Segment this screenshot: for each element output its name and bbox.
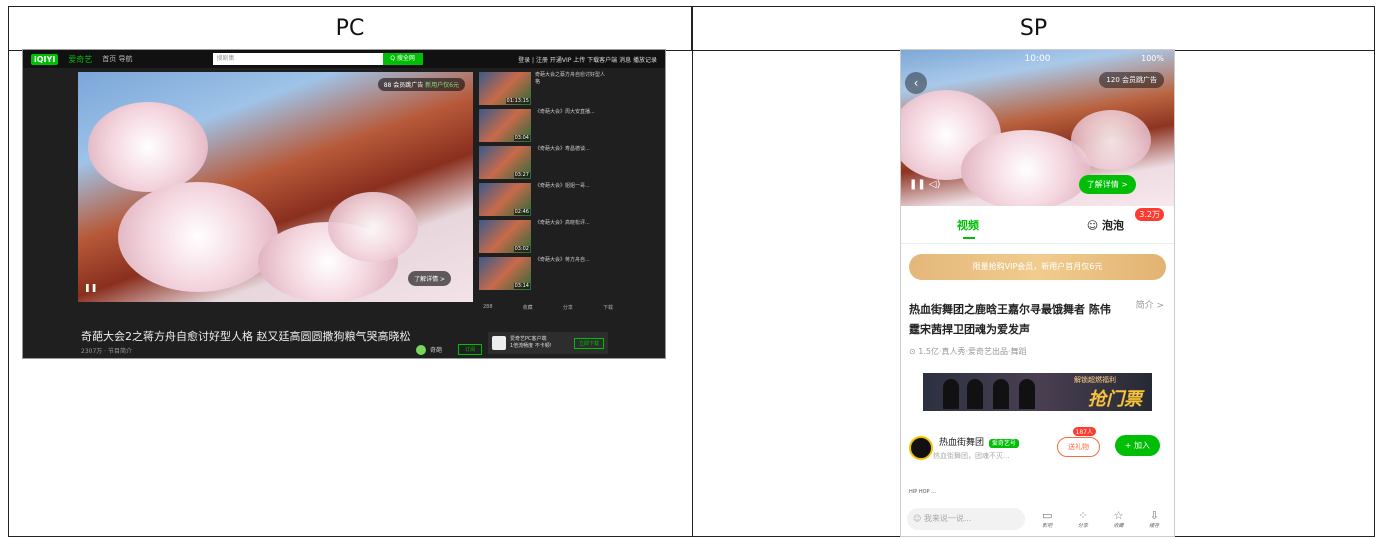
sp-screenshot: 10:00 100% ‹ 120 会员跳广告 ❚❚ ◁) 了解详情 > 视频 ☺…: [900, 49, 1175, 537]
sp-detail-button[interactable]: 了解详情 >: [1078, 175, 1136, 194]
star-icon: ☆: [1113, 509, 1124, 522]
pc-video-player[interactable]: 88 会员跳广告 新用户仅6元 ❚❚ 了解详情 >: [78, 72, 473, 302]
small-caption: HIP HOP ...: [909, 489, 936, 495]
pause-icon[interactable]: ❚❚: [84, 283, 97, 292]
pause-icon[interactable]: ❚❚ ◁): [909, 179, 941, 190]
client-download-button[interactable]: 立即下载: [573, 337, 604, 349]
join-button[interactable]: + 加入: [1114, 435, 1160, 456]
subscribe-button[interactable]: 订阅: [458, 344, 483, 355]
pc-ad-badge[interactable]: 88 会员跳广告 新用户仅6元: [377, 78, 465, 91]
download-button[interactable]: 下载: [603, 304, 613, 311]
intro-link[interactable]: 简介 >: [1136, 298, 1164, 311]
list-item[interactable]: 03:14 《奇葩大会》蒋方舟自...: [479, 257, 609, 293]
tab-bubble[interactable]: ☺ 泡泡: [1087, 217, 1124, 233]
bottom-bar: ☺ 我来说一说... ▭ 影吧 ⁘ 分享 ☆ 收藏 ⇩ 缓存: [901, 502, 1174, 536]
client-icon: [492, 336, 506, 350]
back-icon[interactable]: ‹: [905, 72, 927, 94]
sp-video-meta: ⊙ 1.5亿·真人秀·爱奇艺出品·舞蹈: [909, 347, 1027, 356]
channel-avatar[interactable]: [909, 436, 933, 460]
pc-playlist: 01:13:15 奇葩大会之蔡方舟自愈讨好型人格 03:04 《奇葩大会》周大安直播…: [479, 72, 609, 294]
screen-icon: ▭: [1042, 509, 1053, 522]
pc-topbar: iQIYI 爱奇艺 首页 导航 搜剧集 Q 搜全网 登录 | 注册 开通VIP …: [23, 50, 665, 68]
sp-header: SP: [693, 7, 1374, 51]
comment-input[interactable]: ☺ 我来说一说...: [907, 508, 1026, 530]
cinema-button[interactable]: ▭ 影吧: [1033, 509, 1061, 529]
list-item[interactable]: 03:02 《奇葩大会》高晓松评...: [479, 220, 609, 256]
pc-nav[interactable]: 首页 导航: [102, 54, 132, 64]
pc-video-title: 奇葩大会2之蒋方舟自愈讨好型人格 赵又廷高圆圆撒狗粮气哭高晓松: [81, 330, 411, 343]
pc-follow: 奇葩 订阅: [416, 344, 483, 355]
channel-tag: 爱奇艺号: [988, 439, 1019, 448]
pc-actions: 288 收藏 分享 下载: [483, 304, 613, 311]
sp-tabs: 视频 ☺ 泡泡 3.2万: [901, 206, 1174, 244]
channel-row: 热血街舞团 爱奇艺号 热血街舞团，团魂不灭... 187人 送礼物 + 加入: [909, 427, 1166, 463]
battery-status: 100%: [1141, 54, 1164, 63]
pc-screenshot: iQIYI 爱奇艺 首页 导航 搜剧集 Q 搜全网 登录 | 注册 开通VIP …: [22, 49, 666, 359]
sp-video-title: 热血街舞团之鹿晗王嘉尔寻最饿舞者 陈伟霆宋茜捍卫团魂为爱发声: [909, 303, 1111, 336]
collect-button[interactable]: 收藏: [523, 304, 533, 311]
column-divider: [692, 7, 693, 536]
favorite-button[interactable]: ☆ 收藏: [1105, 509, 1133, 529]
avatar[interactable]: [416, 344, 426, 355]
bubble-count-badge: 3.2万: [1135, 208, 1164, 221]
share-button[interactable]: 分享: [563, 304, 573, 311]
list-item[interactable]: 01:13:15 奇葩大会之蔡方舟自愈讨好型人格: [479, 72, 609, 108]
cache-button[interactable]: ⇩ 缓存: [1140, 509, 1168, 529]
pc-search-button[interactable]: Q 搜全网: [382, 53, 423, 65]
sp-ad-badge[interactable]: 120 会员跳广告: [1099, 72, 1164, 88]
status-time: 10:00: [1024, 54, 1051, 64]
pc-header: PC: [9, 7, 692, 51]
send-gift-button[interactable]: 送礼物: [1057, 437, 1100, 457]
pc-user-links[interactable]: 登录 | 注册 开通VIP 上传 下载客户端 消息 播放记录: [518, 55, 657, 64]
like-button[interactable]: 288: [483, 304, 493, 311]
pc-video-sub[interactable]: 2307万 · 节目简介: [81, 346, 132, 355]
share-button[interactable]: ⁘ 分享: [1069, 509, 1097, 529]
ticket-banner[interactable]: 解锁超燃福利 抢门票: [923, 373, 1152, 411]
pc-search-input[interactable]: 搜剧集: [212, 53, 383, 65]
iqiyi-logo-icon[interactable]: iQIYI: [31, 53, 59, 65]
list-item[interactable]: 03:27 《奇葩大会》寿昌德谈...: [479, 146, 609, 182]
vip-banner[interactable]: 限量抢购VIP会员，新用户首月仅6元: [909, 254, 1166, 280]
share-icon: ⁘: [1078, 509, 1088, 522]
pc-client-promo[interactable]: 爱奇艺PC客户端 1倍流畅度 不卡顿! 立即下载: [488, 332, 608, 354]
channel-name[interactable]: 热血街舞团: [939, 438, 984, 448]
gift-count-badge: 187人: [1072, 427, 1096, 436]
channel-desc: 热血街舞团，团魂不灭...: [933, 452, 1010, 460]
tab-video[interactable]: 视频: [957, 217, 979, 239]
pc-brand[interactable]: 爱奇艺: [68, 54, 92, 65]
download-icon: ⇩: [1149, 509, 1159, 522]
pc-detail-button[interactable]: 了解详情 >: [408, 271, 451, 286]
sp-video-player[interactable]: 10:00 100% ‹ 120 会员跳广告 ❚❚ ◁) 了解详情 >: [901, 50, 1174, 206]
list-item[interactable]: 03:04 《奇葩大会》周大安直播...: [479, 109, 609, 145]
list-item[interactable]: 02:46 《奇葩大会》姐姐一哥...: [479, 183, 609, 219]
